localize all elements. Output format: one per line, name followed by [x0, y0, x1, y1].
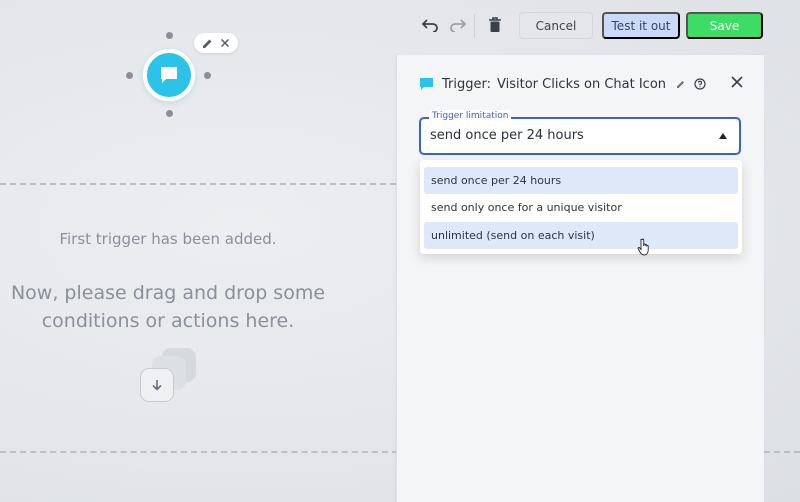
- trash-icon[interactable]: [485, 15, 505, 35]
- node-tools: [194, 33, 238, 53]
- chat-bubble-icon: [420, 78, 433, 90]
- chat-bubble-icon: [161, 67, 177, 83]
- node-chat-circle[interactable]: [143, 49, 195, 101]
- trigger-settings-panel: Trigger: Visitor Clicks on Chat Icon Tri…: [396, 55, 764, 502]
- cancel-button[interactable]: Cancel: [519, 12, 593, 39]
- edit-title-pencil-icon[interactable]: [676, 79, 686, 89]
- pencil-icon[interactable]: [202, 38, 213, 49]
- option-send-once-per-24-hours[interactable]: send once per 24 hours: [424, 167, 738, 194]
- trigger-limitation-select[interactable]: Trigger limitation send once per 24 hour…: [419, 110, 741, 155]
- panel-title: Visitor Clicks on Chat Icon: [497, 76, 667, 92]
- option-unlimited[interactable]: unlimited (send on each visit): [424, 222, 738, 249]
- node-connector-right[interactable]: [204, 72, 211, 79]
- option-send-once-unique-visitor[interactable]: send only once for a unique visitor: [424, 194, 738, 221]
- close-icon[interactable]: [729, 74, 745, 90]
- arrow-down-icon: [152, 380, 162, 391]
- test-it-out-button[interactable]: Test it out: [602, 12, 680, 39]
- trigger-limitation-label: Trigger limitation: [429, 110, 512, 122]
- drop-target-box: [140, 368, 174, 402]
- drop-zone-top-border: [0, 183, 396, 185]
- node-connector-top[interactable]: [166, 32, 173, 39]
- canvas-drop-instruction-line1: Now, please drag and drop some: [10, 282, 326, 304]
- node-connector-left[interactable]: [126, 72, 133, 79]
- undo-icon[interactable]: [420, 15, 440, 35]
- save-button[interactable]: Save: [686, 12, 763, 39]
- toolbar-divider: [474, 14, 475, 38]
- node-connector-bottom[interactable]: [166, 110, 173, 117]
- caret-up-icon[interactable]: [719, 133, 727, 139]
- trigger-limitation-value: send once per 24 hours: [430, 128, 584, 143]
- canvas-drop-instruction: Now, please drag and drop some condition…: [0, 279, 336, 335]
- hand-pointer-icon: [637, 238, 649, 256]
- close-icon[interactable]: [220, 38, 230, 48]
- panel-title-prefix: Trigger:: [442, 76, 491, 92]
- panel-header: Trigger: Visitor Clicks on Chat Icon: [419, 73, 749, 95]
- canvas-status-message: First trigger has been added.: [59, 230, 277, 248]
- help-icon[interactable]: [694, 78, 706, 90]
- trigger-limitation-menu: send once per 24 hours send only once fo…: [420, 160, 742, 254]
- drop-target[interactable]: [138, 346, 200, 408]
- canvas-drop-instruction-line2: conditions or actions here.: [41, 310, 295, 332]
- redo-icon[interactable]: [448, 15, 468, 35]
